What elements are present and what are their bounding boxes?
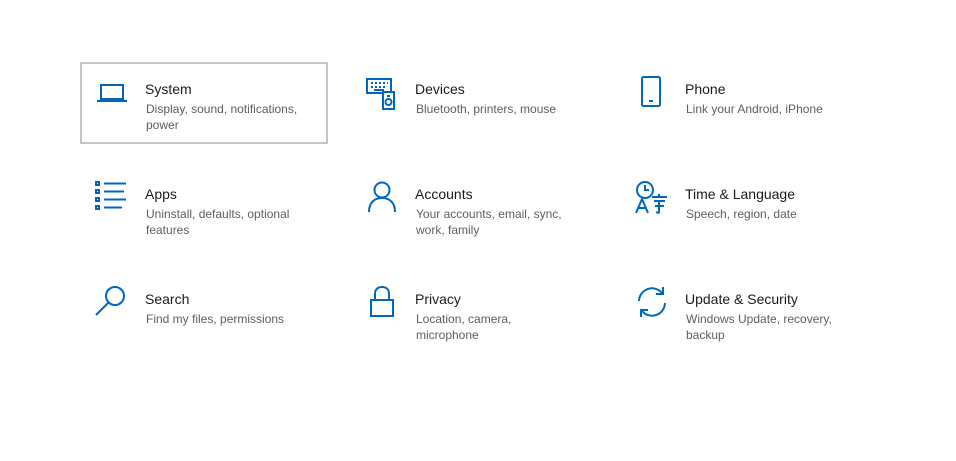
tile-description: Your accounts, email, sync, work, family xyxy=(416,207,562,237)
person-icon xyxy=(364,179,400,215)
tile-title: System xyxy=(145,81,192,97)
tile-title: Accounts xyxy=(415,186,473,202)
tile-title: Phone xyxy=(685,81,726,97)
tile-description: Find my files, permissions xyxy=(146,312,285,326)
phone-icon xyxy=(634,74,670,110)
tile-title: Search xyxy=(145,291,190,307)
tile-description: Windows Update, recovery, backup xyxy=(686,312,832,342)
tile-description: Display, sound, notifications, power xyxy=(146,102,298,132)
settings-tile-apps[interactable]: Apps Uninstall, defaults, optional featu… xyxy=(80,167,328,249)
settings-tile-accounts[interactable]: Accounts Your accounts, email, sync, wor… xyxy=(350,167,598,249)
settings-tile-search[interactable]: Search Find my files, permissions xyxy=(80,272,328,354)
laptop-icon xyxy=(94,74,130,110)
settings-tile-time-language[interactable]: Time & Language Speech, region, date xyxy=(620,167,868,249)
time-language-icon xyxy=(634,179,670,215)
settings-tile-privacy[interactable]: Privacy Location, camera, microphone xyxy=(350,272,598,354)
sync-icon xyxy=(634,284,670,320)
tile-title: Apps xyxy=(145,186,177,202)
apps-list-icon xyxy=(94,179,130,215)
settings-tile-phone[interactable]: Phone Link your Android, iPhone xyxy=(620,62,868,144)
tile-title: Time & Language xyxy=(685,186,795,202)
tile-description: Bluetooth, printers, mouse xyxy=(416,102,557,116)
tile-title: Update & Security xyxy=(685,291,798,307)
tile-description: Speech, region, date xyxy=(686,207,797,221)
tile-description: Location, camera, microphone xyxy=(416,312,512,342)
tile-title: Privacy xyxy=(415,291,461,307)
tile-title: Devices xyxy=(415,81,465,97)
tile-description: Link your Android, iPhone xyxy=(686,102,823,116)
settings-tile-devices[interactable]: Devices Bluetooth, printers, mouse xyxy=(350,62,598,144)
tile-description: Uninstall, defaults, optional features xyxy=(146,207,290,237)
settings-tile-system[interactable]: System Display, sound, notifications, po… xyxy=(80,62,328,144)
devices-icon xyxy=(364,74,400,110)
settings-tile-update-security[interactable]: Update & Security Windows Update, recove… xyxy=(620,272,868,354)
search-icon xyxy=(94,284,130,320)
lock-icon xyxy=(364,284,400,320)
